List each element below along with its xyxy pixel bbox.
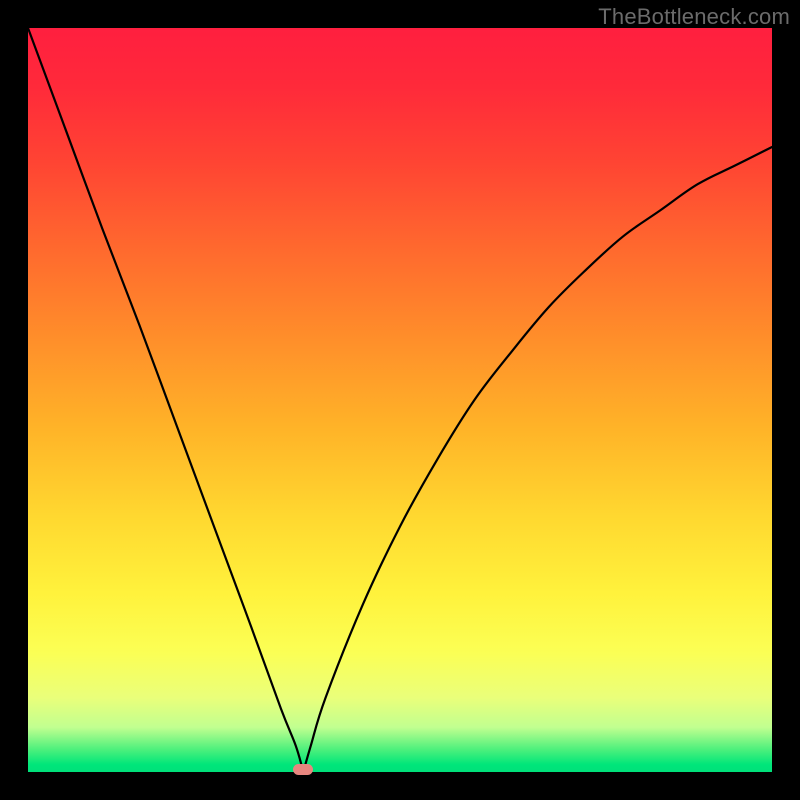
watermark-text: TheBottleneck.com (598, 4, 790, 30)
plot-area (28, 28, 772, 772)
optimal-marker (293, 764, 313, 775)
chart-frame: TheBottleneck.com (0, 0, 800, 800)
bottleneck-curve (28, 28, 772, 772)
